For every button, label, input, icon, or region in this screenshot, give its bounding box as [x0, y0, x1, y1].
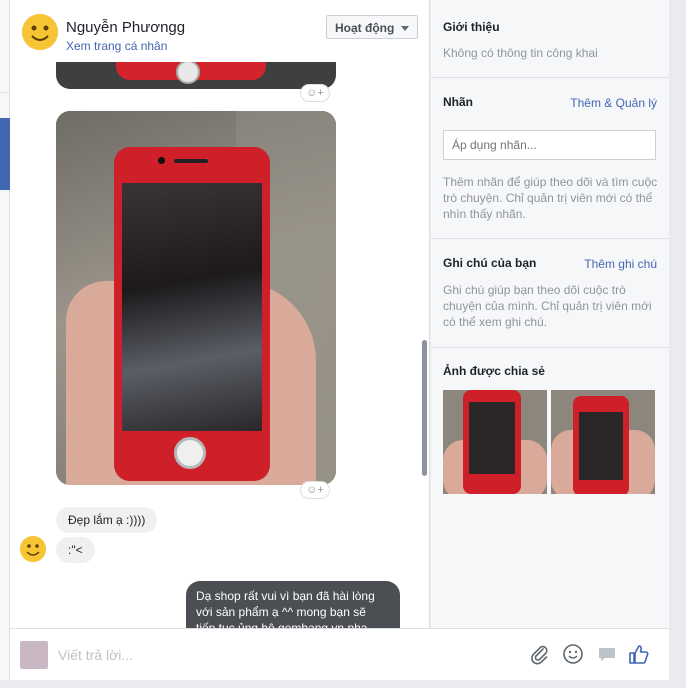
shared-photo-thumbnail[interactable]	[443, 390, 547, 494]
page-edge	[669, 0, 686, 688]
add-reaction-button[interactable]: ☺+	[300, 84, 330, 102]
avatar	[20, 641, 48, 669]
chevron-down-icon	[401, 26, 409, 31]
left-nav-strip	[0, 0, 10, 688]
scrollbar-thumb[interactable]	[422, 340, 427, 476]
view-profile-link[interactable]: Xem trang cá nhân	[66, 39, 167, 53]
avatar[interactable]	[22, 14, 58, 50]
thumb-screen	[469, 402, 515, 474]
like-icon[interactable]	[628, 643, 650, 665]
smiley-avatar-icon	[22, 14, 58, 50]
page-edge	[0, 680, 686, 688]
notes-help-text: Ghi chú giúp bạn theo dõi cuộc trò chuyệ…	[443, 283, 652, 329]
incoming-message[interactable]: :"<	[56, 537, 95, 563]
sticker-icon[interactable]	[596, 643, 618, 665]
notes-title: Ghi chú của bạn	[443, 256, 537, 270]
add-note-link[interactable]: Thêm ghi chú	[584, 257, 657, 271]
nav-divider	[0, 92, 10, 93]
emoji-icon[interactable]	[562, 643, 584, 665]
shared-photo[interactable]	[56, 111, 336, 485]
outgoing-message[interactable]: Dạ shop rất vui vì bạn đã hài lòng với s…	[186, 581, 400, 628]
message-line: Dạ shop rất vui vì bạn đã hài lòng	[196, 589, 375, 603]
message-line: với sản phẩm ạ ^^ mong bạn sẽ	[196, 605, 366, 619]
reply-input[interactable]: Viết trả lời...	[58, 647, 133, 663]
status-label: Hoạt động	[335, 21, 395, 35]
intro-title: Giới thiệu	[443, 20, 500, 34]
section-divider	[431, 77, 669, 78]
conversation-header: Nguyễn Phươngg Xem trang cá nhân Hoạt độ…	[10, 0, 429, 62]
photo-phone-speaker	[174, 159, 208, 163]
message-line: tiếp tục ủng hộ gembang vn nha	[196, 621, 368, 628]
selected-nav-indicator[interactable]	[0, 118, 10, 190]
shared-photos-title: Ảnh được chia sẻ	[443, 364, 545, 378]
label-input[interactable]	[443, 130, 656, 160]
avatar[interactable]	[20, 536, 46, 562]
section-divider	[431, 238, 669, 239]
incoming-message[interactable]: Đẹp lắm ạ :))))	[56, 507, 158, 533]
reply-composer: Viết trả lời...	[10, 628, 669, 680]
labels-title: Nhãn	[443, 95, 473, 109]
conversation-panel: Nguyễn Phươngg Xem trang cá nhân Hoạt độ…	[10, 0, 430, 628]
photo-phone-screen	[122, 183, 262, 431]
photo-phone-home-button	[174, 437, 206, 469]
labels-help-text: Thêm nhãn để giúp theo dõi và tìm cuộc t…	[443, 175, 658, 221]
smiley-avatar-icon	[20, 536, 46, 562]
paperclip-icon[interactable]	[528, 643, 550, 665]
section-divider	[431, 347, 669, 348]
photo-home-button-shape	[176, 60, 200, 84]
add-reaction-button[interactable]: ☺+	[300, 481, 330, 499]
info-sidebar: Giới thiệu Không có thông tin công khai …	[431, 0, 669, 628]
status-dropdown[interactable]: Hoạt động	[326, 15, 418, 39]
photo-phone-camera	[158, 157, 165, 164]
intro-text: Không có thông tin công khai	[443, 46, 598, 60]
add-manage-labels-link[interactable]: Thêm & Quản lý	[570, 96, 657, 110]
shared-photo-thumbnail[interactable]	[551, 390, 655, 494]
thumb-screen	[579, 412, 623, 480]
contact-name[interactable]: Nguyễn Phươngg	[66, 19, 185, 36]
